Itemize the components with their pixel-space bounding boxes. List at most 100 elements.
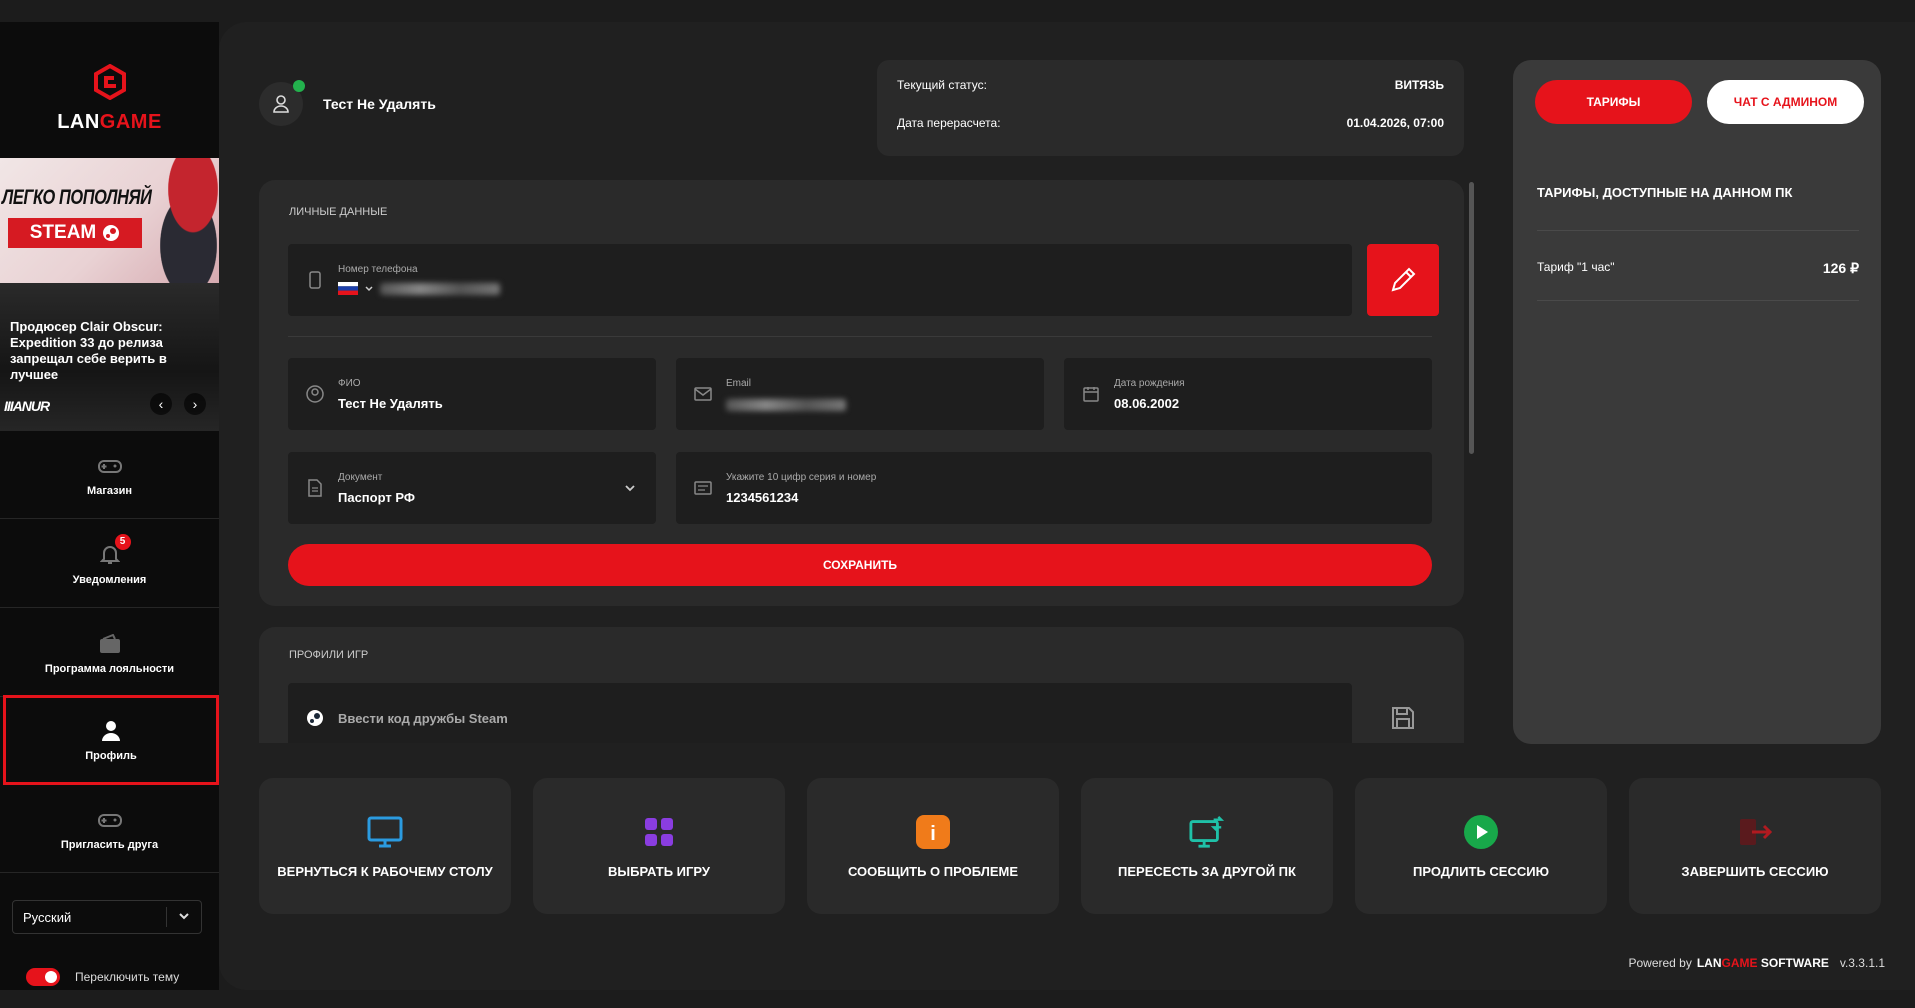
language-select[interactable]: Русский [12,900,202,934]
recalc-row: Дата перерасчета: 01.04.2026, 07:00 [897,116,1444,134]
personal-data-panel: ЛИЧНЫЕ ДАННЫЕ Номер телефона ФИО Тест Не… [259,180,1464,606]
game-profiles-panel: ПРОФИЛИ ИГР Ввести код дружбы Steam [259,627,1464,743]
status-row: Текущий статус: ВИТЯЗЬ [897,78,1444,96]
footer-powered: Powered by [1628,956,1692,970]
sidebar-item-label: Пригласить друга [60,838,159,851]
field-label: Email [726,378,752,389]
info-icon: i [915,814,951,850]
user-circle-icon [306,385,324,403]
id-card-icon [694,479,712,497]
report-problem-button[interactable]: i СООБЩИТЬ О ПРОБЛЕМЕ [807,778,1059,914]
logo-text: LANGAME [57,111,162,133]
chevron-down-icon [179,913,189,920]
gamepad-icon [97,807,123,833]
document-number-field[interactable]: Укажите 10 цифр серия и номер 1234561234 [676,452,1432,524]
user-outline-icon [273,95,289,113]
birthdate-field[interactable]: Дата рождения 08.06.2002 [1064,358,1432,430]
footer: Powered by LANGAME SOFTWARE v.3.3.1.1 [1628,956,1885,970]
notification-badge: 5 [114,533,131,550]
blurred-email [726,399,846,411]
avatar [259,80,305,126]
steam-badge: STEAM [8,218,142,248]
steam-icon [103,225,120,241]
tab-tariffs[interactable]: ТАРИФЫ [1535,80,1692,124]
sidebar-item-label: Программа лояльности [44,662,175,675]
save-steam-button[interactable] [1367,683,1439,743]
steam-friend-code-input[interactable]: Ввести код дружбы Steam [288,683,1352,743]
tile-label: ЗАВЕРШИТЬ СЕССИЮ [1681,863,1829,879]
russia-flag-icon [338,282,358,295]
theme-toggle-label: Переключить тему [75,970,180,984]
floppy-disk-icon [1392,707,1414,729]
document-number-value: 1234561234 [726,490,799,505]
bell-icon: 5 [97,533,131,568]
sidebar: LANGAME ЛЕГКО ПОПОЛНЯЙ STEAM Продюсер Cl… [0,22,219,990]
theme-toggle[interactable] [26,968,60,986]
fio-field[interactable]: ФИО Тест Не Удалять [288,358,656,430]
sidebar-item-shop[interactable]: Магазин [0,431,219,519]
return-to-desktop-button[interactable]: ВЕРНУТЬСЯ К РАБОЧЕМУ СТОЛУ [259,778,511,914]
tile-label: СООБЩИТЬ О ПРОБЛЕМЕ [847,863,1019,879]
select-divider [166,907,167,927]
status-value: ВИТЯЗЬ [1394,78,1444,92]
chevron-down-icon[interactable] [364,284,374,294]
tariff-name: Тариф "1 час" [1537,260,1615,274]
edit-button[interactable] [1367,244,1439,316]
switch-pc-icon [1189,814,1225,850]
phone-value [338,282,500,295]
panel-title: ПРОФИЛИ ИГР [289,649,369,661]
logo: LANGAME [0,63,219,134]
footer-brand: LANGAME SOFTWARE [1696,956,1829,970]
tariff-row[interactable]: Тариф "1 час" 126 ₽ [1537,260,1859,277]
extend-session-button[interactable]: ПРОДЛИТЬ СЕССИЮ [1355,778,1607,914]
news-brand: IIIANUR [4,398,50,414]
user-name: Тест Не Удалять [323,96,436,112]
divider [1537,230,1859,231]
online-status-icon [293,80,305,92]
logout-icon [1737,814,1773,850]
version-label: v.3.3.1.1 [1839,956,1885,970]
mail-icon [694,385,712,403]
main-panel: Тест Не Удалять Текущий статус: ВИТЯЗЬ Д… [219,22,1915,990]
field-label: Номер телефона [338,264,418,275]
calendar-icon [1082,385,1100,403]
prev-arrow-icon[interactable]: ‹ [150,393,172,415]
user-header: Тест Не Удалять [259,80,436,126]
email-value [726,398,846,416]
choose-game-button[interactable]: ВЫБРАТЬ ИГРУ [533,778,785,914]
chevron-down-icon [625,485,635,492]
phone-icon [306,271,324,289]
sidebar-item-profile[interactable]: Профиль [3,695,219,785]
end-session-button[interactable]: ЗАВЕРШИТЬ СЕССИЮ [1629,778,1881,914]
sidebar-item-loyalty[interactable]: Программа лояльности [0,609,219,697]
document-select[interactable]: Документ Паспорт РФ [288,452,656,524]
email-field[interactable]: Email [676,358,1044,430]
sidebar-item-invite-friend[interactable]: Пригласить друга [0,785,219,873]
switch-pc-button[interactable]: ПЕРЕСЕСТЬ ЗА ДРУГОЙ ПК [1081,778,1333,914]
scrollbar[interactable] [1469,182,1474,454]
news-banner[interactable]: Продюсер Clair Obscur: Expedition 33 до … [0,283,219,431]
phone-field[interactable]: Номер телефона [288,244,1352,316]
tariff-price: 126 ₽ [1822,260,1859,276]
tab-chat-admin[interactable]: ЧАТ С АДМИНОМ [1707,80,1864,124]
banner-headline: ЛЕГКО ПОПОЛНЯЙ [2,186,152,209]
steam-placeholder: Ввести код дружбы Steam [338,711,508,726]
sidebar-item-label: Магазин [86,484,133,497]
fio-value: Тест Не Удалять [338,396,443,411]
status-label: Текущий статус: [897,78,987,92]
field-label: Дата рождения [1114,378,1185,389]
tile-label: ПРОДЛИТЬ СЕССИЮ [1413,863,1549,879]
logo-icon [93,63,126,101]
field-label: Документ [338,472,383,483]
field-label: Укажите 10 цифр серия и номер [726,472,877,483]
divider [288,336,1432,337]
next-arrow-icon[interactable]: › [184,393,206,415]
sidebar-item-label: Уведомления [72,573,147,586]
save-button[interactable]: СОХРАНИТЬ [288,544,1432,586]
tile-label: ПЕРЕСЕСТЬ ЗА ДРУГОЙ ПК [1118,863,1296,879]
birthdate-value: 08.06.2002 [1114,396,1180,411]
sidebar-item-notifications[interactable]: 5 Уведомления [0,520,219,608]
recalc-label: Дата перерасчета: [897,116,1001,130]
steam-banner[interactable]: ЛЕГКО ПОПОЛНЯЙ STEAM [0,158,219,283]
blurred-phone [380,282,500,295]
